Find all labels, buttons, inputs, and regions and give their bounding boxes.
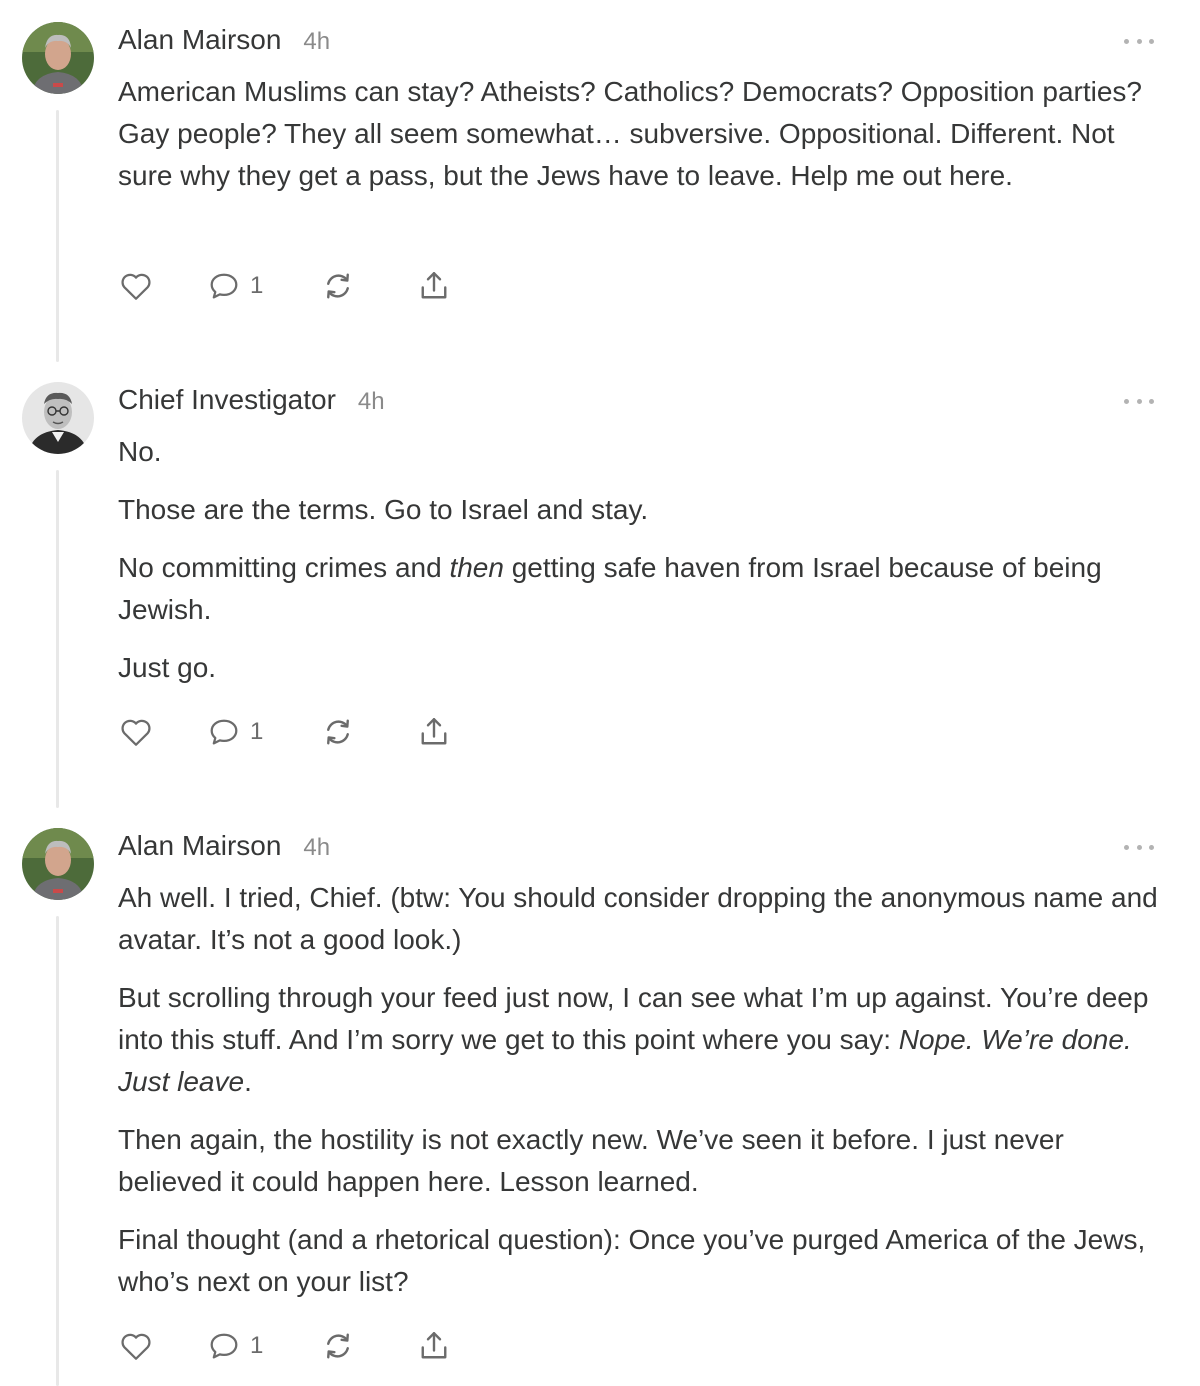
emphasis: then bbox=[449, 552, 504, 583]
comment: Alan Mairson 4h Ah well. I tried, Chief.… bbox=[0, 828, 1200, 1386]
restack-icon bbox=[327, 719, 349, 745]
comment-paragraph: Then again, the hostility is not exactly… bbox=[118, 1124, 1064, 1197]
comment-bubble-icon bbox=[210, 719, 238, 745]
comment-paragraph: Just go. bbox=[118, 652, 217, 683]
avatar[interactable] bbox=[22, 828, 94, 900]
reply-count: 1 bbox=[250, 272, 264, 299]
comment-paragraph: No. bbox=[118, 436, 162, 467]
avatar[interactable] bbox=[22, 382, 94, 454]
more-dots-icon[interactable] bbox=[1124, 396, 1154, 406]
thread-line bbox=[56, 916, 59, 1386]
heart-icon bbox=[121, 719, 151, 746]
reply-count: 1 bbox=[250, 718, 264, 745]
comment-meta: Chief Investigator 4h bbox=[118, 384, 385, 416]
comment-body: Ah well. I tried, Chief. (btw: You shoul… bbox=[118, 877, 1168, 1303]
comment-meta: Alan Mairson 4h bbox=[118, 830, 330, 862]
comment: Alan Mairson 4h American Muslims can sta… bbox=[0, 22, 1200, 362]
restack-icon bbox=[327, 1333, 349, 1359]
more-dots-icon[interactable] bbox=[1124, 36, 1154, 46]
comment-paragraph: Those are the terms. Go to Israel and st… bbox=[118, 494, 649, 525]
share-icon bbox=[421, 718, 447, 745]
timestamp[interactable]: 4h bbox=[358, 388, 385, 416]
heart-icon bbox=[121, 273, 151, 300]
comment-meta: Alan Mairson 4h bbox=[118, 24, 330, 56]
share-icon bbox=[421, 1332, 447, 1359]
comment-body: No. Those are the terms. Go to Israel an… bbox=[118, 431, 1168, 689]
comment-actions: 1 bbox=[118, 712, 478, 752]
heart-icon bbox=[121, 1333, 151, 1360]
author-name[interactable]: Chief Investigator bbox=[118, 384, 336, 416]
reply-count: 1 bbox=[250, 1332, 264, 1359]
restack-button[interactable] bbox=[320, 1326, 356, 1366]
reply-button[interactable]: 1 bbox=[206, 266, 263, 306]
comment-paragraph: American Muslims can stay? Atheists? Cat… bbox=[118, 76, 1142, 191]
comment-paragraph: But scrolling through your feed just now… bbox=[118, 982, 1149, 1097]
comment-paragraph: Ah well. I tried, Chief. (btw: You shoul… bbox=[118, 882, 1158, 955]
reply-button[interactable]: 1 bbox=[206, 1326, 263, 1366]
more-dots-icon[interactable] bbox=[1124, 842, 1154, 852]
share-button[interactable] bbox=[416, 1326, 452, 1366]
comment-paragraph: Final thought (and a rhetorical question… bbox=[118, 1224, 1146, 1297]
timestamp[interactable]: 4h bbox=[303, 28, 330, 56]
restack-button[interactable] bbox=[320, 712, 356, 752]
timestamp[interactable]: 4h bbox=[303, 834, 330, 862]
comment-actions: 1 bbox=[118, 266, 478, 306]
like-button[interactable] bbox=[118, 266, 154, 306]
avatar[interactable] bbox=[22, 22, 94, 94]
share-icon bbox=[421, 272, 447, 299]
comment-body: American Muslims can stay? Atheists? Cat… bbox=[118, 71, 1168, 197]
comment: Chief Investigator 4h No. Those are the … bbox=[0, 382, 1200, 808]
thread-line bbox=[56, 470, 59, 808]
like-button[interactable] bbox=[118, 1326, 154, 1366]
share-button[interactable] bbox=[416, 266, 452, 306]
restack-button[interactable] bbox=[320, 266, 356, 306]
thread-line bbox=[56, 110, 59, 362]
author-name[interactable]: Alan Mairson bbox=[118, 24, 281, 56]
comment-bubble-icon bbox=[210, 1333, 238, 1359]
comment-actions: 1 bbox=[118, 1326, 478, 1366]
author-name[interactable]: Alan Mairson bbox=[118, 830, 281, 862]
share-button[interactable] bbox=[416, 712, 452, 752]
comment-paragraph: No committing crimes and then getting sa… bbox=[118, 552, 1102, 625]
comment-bubble-icon bbox=[210, 273, 238, 299]
like-button[interactable] bbox=[118, 712, 154, 752]
reply-button[interactable]: 1 bbox=[206, 712, 263, 752]
restack-icon bbox=[327, 273, 349, 299]
